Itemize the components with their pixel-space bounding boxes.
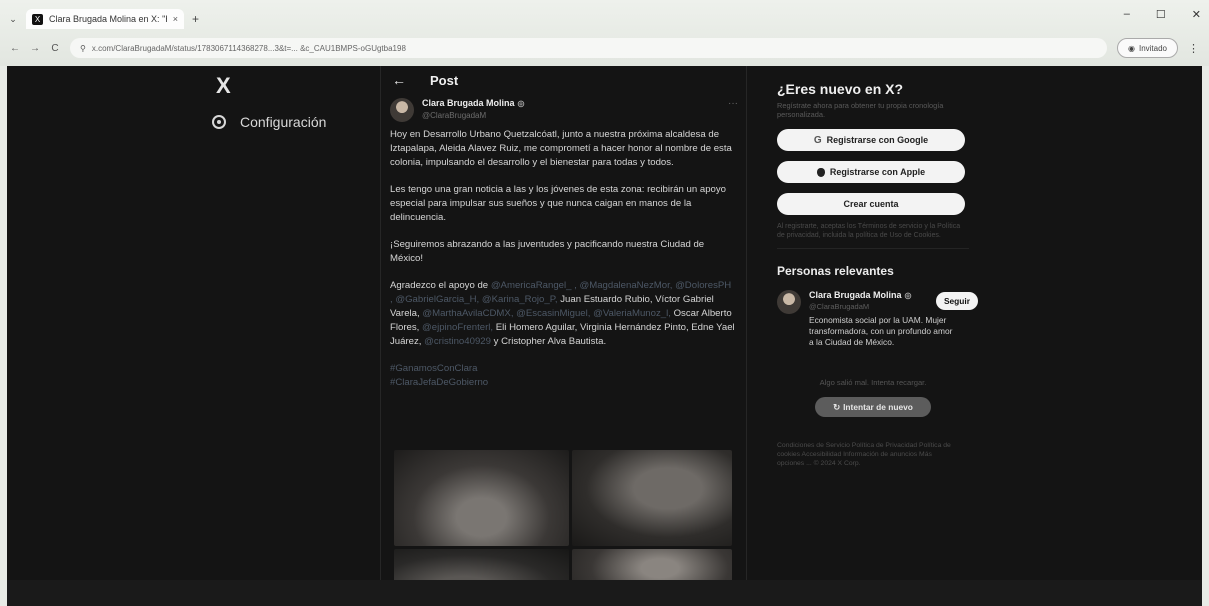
retry-icon: ↻ [833,402,841,412]
tab-close-icon[interactable]: × [173,14,178,24]
more-options-icon[interactable]: ··· [728,98,738,109]
post-photo[interactable] [572,450,732,546]
hashtag-link[interactable]: #ClaraJefaDeGobierno [390,376,736,390]
window-controls: – ☐ ✕ [1124,8,1209,21]
apple-icon [816,167,825,177]
site-info-icon[interactable]: ⚲ [80,44,86,53]
relevant-people-title: Personas relevantes [777,264,894,278]
post-author: Clara Brugada Molina ◎ @ClaraBrugadaM ··· [380,94,746,126]
verified-badge-icon: ◎ [904,291,912,300]
tab-search-icon[interactable]: ⌄ [0,14,26,25]
left-navigation: X Configuración [212,72,372,130]
x-favicon-icon: X [32,13,43,25]
minimize-button[interactable]: – [1124,8,1130,21]
gear-icon [212,115,226,129]
mention-link[interactable]: @MarthaAvilaCDMX, @EscasinMiguel, @Valer… [422,308,671,319]
retry-button[interactable]: ↻ Intentar de nuevo [815,397,931,417]
profile-icon: ◉ [1127,43,1135,53]
person-bio: Economista social por la UAM. Mujer tran… [809,315,953,347]
tab-title: Clara Brugada Molina en X: "H... [49,14,167,24]
forward-nav-icon[interactable]: → [30,43,40,54]
signup-apple-button[interactable]: Registrarse con Apple [777,161,965,183]
post-header: ← Post [380,66,746,94]
x-logo-icon[interactable]: X [212,72,372,106]
divider [777,248,969,249]
reload-icon[interactable]: C [50,43,60,54]
signup-title: ¿Eres nuevo en X? [777,81,904,97]
hashtag-link[interactable]: #GanamosConClara [390,362,736,376]
person-handle: @ClaraBrugadaM [809,302,870,311]
right-sidebar: ¿Eres nuevo en X? Regístrate ahora para … [777,66,978,468]
post-paragraph: ¡Seguiremos abrazando a las juventudes y… [390,239,705,264]
page-bottom-edge [7,580,1202,606]
nav-item-settings[interactable]: Configuración [212,114,372,130]
verified-badge-icon: ◎ [517,99,525,108]
signup-google-button[interactable]: G Registrarse con Google [777,129,965,151]
signup-google-label: Registrarse con Google [826,135,929,145]
post-paragraph: Hoy en Desarrollo Urbano Quetzalcóatl, j… [390,129,732,168]
post-photo[interactable] [394,450,569,546]
follow-button[interactable]: Seguir [935,292,978,310]
author-name-row[interactable]: Clara Brugada Molina ◎ [422,98,525,108]
signup-legal-text: Al registrarte, aceptas los Términos de … [777,223,961,239]
browser-toolbar: ← → C ⚲ x.com/ClaraBrugadaM/status/17830… [0,36,1209,60]
post-column: ← Post Clara Brugada Molina ◎ @ClaraBruga… [380,66,746,606]
profile-label: Invitado [1138,43,1167,53]
footer-links[interactable]: Condiciones de Servicio Política de Priv… [777,441,953,468]
avatar[interactable] [390,98,414,122]
address-bar[interactable]: ⚲ x.com/ClaraBrugadaM/status/17830671143… [70,38,1107,58]
author-handle[interactable]: @ClaraBrugadaM [422,111,525,120]
signup-apple-label: Registrarse con Apple [829,167,926,177]
post-text: Hoy en Desarrollo Urbano Quetzalcóatl, j… [380,126,746,390]
address-text: x.com/ClaraBrugadaM/status/1783067114368… [91,43,406,53]
relevant-person[interactable]: Clara Brugada Molina ◎ @ClaraBrugadaM Eco… [777,290,978,348]
thanks-lead: Agradezco el apoyo de [390,280,491,291]
new-tab-button[interactable]: + [192,12,199,26]
maximize-button[interactable]: ☐ [1156,8,1166,21]
x-page: X Configuración ← Post Clara Brugada Mol… [7,66,1202,606]
create-account-button[interactable]: Crear cuenta [777,193,965,215]
nav-item-label: Configuración [240,114,327,130]
google-icon: G [813,134,822,146]
browser-menu-icon[interactable]: ⋮ [1188,42,1199,55]
person-name: Clara Brugada Molina [809,290,902,300]
post-paragraph-thanks: Agradezco el apoyo de @AmericaRangel_ , … [390,279,736,349]
error-message: Algo salió mal. Intenta recargar. [819,378,927,387]
back-nav-icon[interactable]: ← [10,43,20,54]
browser-tab[interactable]: X Clara Brugada Molina en X: "H... × [26,9,184,29]
author-name: Clara Brugada Molina [422,98,515,108]
post-paragraph: Les tengo una gran noticia a las y los j… [390,184,727,223]
close-window-button[interactable]: ✕ [1192,8,1201,21]
thanks-text: y Cristopher Alva Bautista. [490,336,607,347]
page-title: Post [430,72,459,88]
back-arrow-icon[interactable]: ← [392,72,406,88]
mention-link[interactable]: @ejpinoFrenterl, [422,322,493,333]
profile-button[interactable]: ◉ Invitado [1116,38,1178,58]
avatar[interactable] [777,290,801,314]
mention-link[interactable]: @cristino40929 [424,336,491,347]
tab-strip: ⌄ X Clara Brugada Molina en X: "H... × + [0,8,1209,30]
person-name-row: Clara Brugada Molina ◎ [809,290,955,300]
signup-subtitle: Regístrate ahora para obtener tu propia … [777,101,944,119]
column-divider [746,66,747,606]
retry-label: Intentar de nuevo [843,402,913,412]
